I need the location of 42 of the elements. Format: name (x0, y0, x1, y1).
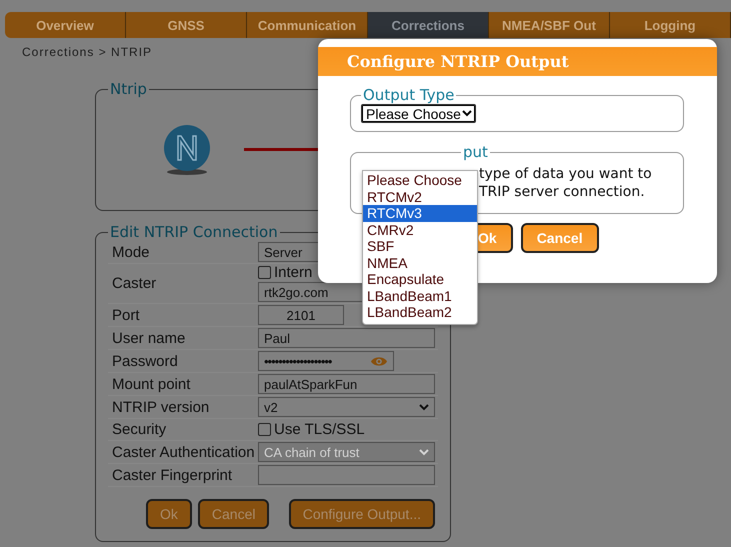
field-label: Caster Fingerprint (111, 466, 234, 484)
field-label: Mode (111, 244, 151, 260)
tab[interactable]: Logging (610, 12, 731, 38)
dropdown-option[interactable]: LBandBeam2 (363, 304, 477, 320)
field-label: Caster Authentication (111, 444, 256, 460)
checkbox-label: Use TLS/SSL (274, 421, 365, 438)
dropdown-option[interactable]: RTCMv3 (363, 205, 477, 222)
field-label: NTRIP version (111, 398, 210, 416)
dialog-title: Configure NTRIP Output (318, 47, 717, 76)
tab[interactable]: Corrections (368, 12, 489, 38)
field-label: Caster (111, 275, 158, 292)
caret-icon (462, 110, 472, 117)
caret-icon (419, 404, 429, 410)
output-type-select[interactable]: Please Choose (361, 104, 476, 123)
select-field[interactable]: v2 (258, 397, 435, 417)
caret-icon (419, 448, 429, 456)
panel-legend: Output Type (361, 86, 456, 104)
field-label: Security (111, 421, 168, 438)
ntrip-node-icon (162, 124, 212, 176)
password-field[interactable]: ••••••••••••••••••• (258, 351, 394, 371)
tab[interactable]: NMEA/SBF Out (489, 12, 610, 38)
tab[interactable]: Overview (5, 12, 126, 38)
checkbox[interactable] (258, 423, 271, 436)
dropdown-option[interactable]: Please Choose (363, 172, 477, 188)
tab[interactable]: GNSS (126, 12, 247, 38)
field-label: Password (111, 352, 179, 370)
description-text: type of data you want to TRIP server connection. (479, 165, 653, 202)
panel-legend: Edit NTRIP Connection (108, 223, 280, 241)
text-field[interactable] (258, 465, 435, 485)
text-field[interactable]: paulAtSparkFun (258, 374, 435, 394)
field-label: User name (111, 330, 186, 346)
text-field[interactable]: Paul (258, 328, 435, 348)
checkbox-label: Intern (274, 264, 312, 281)
panel-legend: Ntrip (108, 80, 149, 98)
text-field[interactable]: 2101 (258, 305, 344, 325)
dropdown-option[interactable]: NMEA (363, 254, 477, 271)
field-label: Mount point (111, 376, 192, 392)
field-label: Port (111, 306, 141, 324)
breadcrumb: Corrections > NTRIP (22, 45, 152, 59)
panel-legend: put (461, 143, 490, 161)
checkbox[interactable] (258, 266, 271, 279)
dropdown-option[interactable]: RTCMv2 (363, 188, 477, 205)
